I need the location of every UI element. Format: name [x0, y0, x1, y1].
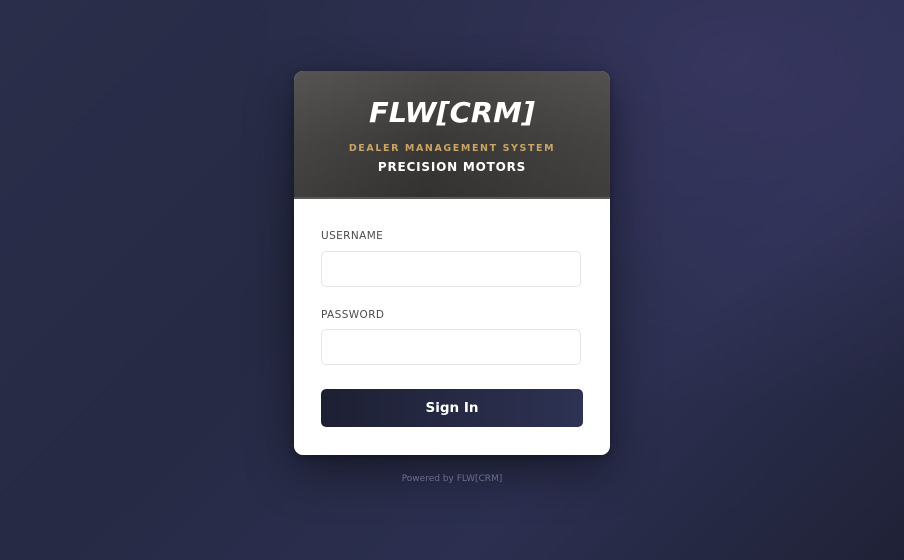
dealer-name: PRECISION MOTORS: [377, 160, 527, 174]
powered-by-footer: Powered by FLW[CRM]: [401, 474, 503, 484]
login-card: FLW[CRM] DEALER MANAGEMENT SYSTEM PRECIS…: [294, 71, 610, 455]
card-header: FLW[CRM] DEALER MANAGEMENT SYSTEM PRECIS…: [294, 71, 610, 199]
password-input[interactable]: [321, 329, 581, 365]
system-subtitle: DEALER MANAGEMENT SYSTEM: [348, 143, 556, 154]
username-label: USERNAME: [321, 230, 384, 242]
sign-in-button[interactable]: Sign In: [321, 389, 583, 427]
logo-wordmark: FLW[CRM]: [369, 96, 535, 129]
flw-crm-logo: FLW[CRM]: [294, 95, 610, 131]
svg-text:FLW[CRM]: FLW[CRM]: [369, 96, 535, 129]
username-input[interactable]: [321, 251, 581, 287]
password-label: PASSWORD: [321, 309, 385, 321]
